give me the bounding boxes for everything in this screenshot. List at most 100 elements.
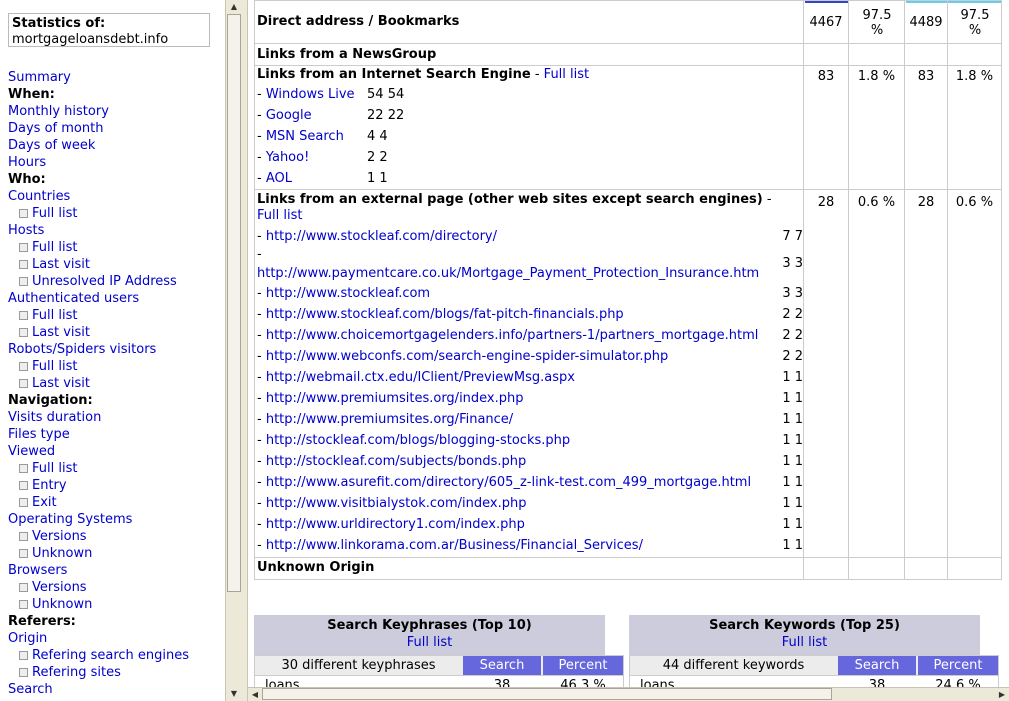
menu-item[interactable]: Files type <box>8 426 223 443</box>
keyphrases-percent-col: Percent <box>543 656 623 675</box>
menu-item[interactable]: Days of week <box>8 137 223 154</box>
search-engine-count: 54 54 <box>367 87 405 102</box>
stats-header-box: Statistics of: mortgageloansdebt.info <box>8 13 210 47</box>
menu-item-label: Last visit <box>32 257 90 272</box>
menu-item[interactable]: Summary <box>8 69 223 86</box>
external-referer-count: 7 7 <box>782 229 803 244</box>
menu-item[interactable]: Monthly history <box>8 103 223 120</box>
menu-item-label: Versions <box>32 529 87 544</box>
left-frame-scrollbar[interactable]: ▲ ▼ <box>225 0 242 701</box>
menu-item-label: Refering sites <box>32 665 121 680</box>
menu-item[interactable]: Last visit <box>8 324 223 341</box>
search-engine-link[interactable]: Windows Live <box>266 87 355 102</box>
keywords-full-list-link[interactable]: Full list <box>629 635 980 651</box>
menu-item-label: Monthly history <box>8 104 109 119</box>
menu-item[interactable]: Browsers <box>8 562 223 579</box>
menu-item[interactable]: Unknown <box>8 545 223 562</box>
search-engine-link[interactable]: Google <box>266 108 312 123</box>
external-referer-count: 2 2 <box>782 328 803 343</box>
table-row-external: Links from an external page (other web s… <box>255 190 1001 558</box>
table-row-unknown: Unknown Origin <box>255 558 1001 579</box>
menu-item[interactable]: Full list <box>8 460 223 477</box>
external-referer-link[interactable]: http://www.stockleaf.com <box>266 286 430 301</box>
menu-item[interactable]: Refering search engines <box>8 647 223 664</box>
tree-node-icon <box>19 583 28 592</box>
menu-item[interactable]: Origin <box>8 630 223 647</box>
scroll-down-arrow-icon[interactable]: ▼ <box>227 687 241 701</box>
menu-item[interactable]: Days of month <box>8 120 223 137</box>
external-referer-link[interactable]: http://www.linkorama.com.ar/Business/Fin… <box>266 538 643 553</box>
scroll-right-arrow-icon[interactable]: ▶ <box>995 688 1009 701</box>
search-engine-link[interactable]: Yahoo! <box>266 150 309 165</box>
external-referer-link[interactable]: http://www.paymentcare.co.uk/Mortgage_Pa… <box>257 266 759 281</box>
menu-section-heading: When: <box>8 86 223 103</box>
menu-item[interactable]: Hours <box>8 154 223 171</box>
scroll-up-arrow-icon[interactable]: ▲ <box>227 0 241 14</box>
menu-item[interactable]: Visits duration <box>8 409 223 426</box>
search-engine-full-list-link[interactable]: Full list <box>544 67 589 82</box>
search-engine-count: 22 22 <box>367 108 405 123</box>
menu-item[interactable]: Countries <box>8 188 223 205</box>
menu-item[interactable]: Unknown <box>8 596 223 613</box>
external-referer-count: 2 2 <box>782 307 803 322</box>
menu-item[interactable]: Last visit <box>8 256 223 273</box>
menu-item[interactable]: Exit <box>8 494 223 511</box>
horizontal-scroll-thumb[interactable] <box>262 688 832 700</box>
menu-section-heading: Navigation: <box>8 392 223 409</box>
menu-item[interactable]: Last visit <box>8 375 223 392</box>
menu-item[interactable]: Refering sites <box>8 664 223 681</box>
external-referer-link[interactable]: http://www.premiumsites.org/Finance/ <box>266 412 513 427</box>
menu-item[interactable]: Search <box>8 681 223 698</box>
horizontal-scrollbar[interactable]: ◀ ▶ <box>248 687 1009 701</box>
menu-item[interactable]: Full list <box>8 239 223 256</box>
external-full-list-link[interactable]: Full list <box>257 208 302 223</box>
menu-item-label: Unknown <box>32 546 93 561</box>
list-item: - http://www.linkorama.com.ar/Business/F… <box>257 538 643 553</box>
menu-item[interactable]: Hosts <box>8 222 223 239</box>
list-item: - http://www.choicemortgagelenders.info/… <box>257 328 759 343</box>
search-engine-link[interactable]: AOL <box>266 171 292 186</box>
external-referer-link[interactable]: http://www.visitbialystok.com/index.php <box>266 496 527 511</box>
search-engine-link[interactable]: MSN Search <box>266 129 344 144</box>
menu-item[interactable]: Versions <box>8 528 223 545</box>
menu-item-label: Summary <box>8 70 71 85</box>
menu-item[interactable]: Full list <box>8 307 223 324</box>
menu-item[interactable]: Full list <box>8 205 223 222</box>
external-referer-link[interactable]: http://stockleaf.com/subjects/bonds.php <box>266 454 526 469</box>
menu-item-label: Days of week <box>8 138 96 153</box>
menu-item[interactable]: Authenticated users <box>8 290 223 307</box>
list-item: - http://www.urldirectory1.com/index.php <box>257 517 525 532</box>
external-referer-link[interactable]: http://www.stockleaf.com/directory/ <box>266 229 497 244</box>
external-referer-link[interactable]: http://stockleaf.com/blogs/blogging-stoc… <box>266 433 570 448</box>
external-referer-link[interactable]: http://www.stockleaf.com/blogs/fat-pitch… <box>266 307 624 322</box>
menu-item[interactable]: Robots/Spiders visitors <box>8 341 223 358</box>
menu-item-label: Origin <box>8 631 48 646</box>
keyphrases-full-list-link[interactable]: Full list <box>254 635 605 651</box>
external-referer-link[interactable]: http://www.choicemortgagelenders.info/pa… <box>266 328 759 343</box>
scroll-thumb[interactable] <box>227 14 241 592</box>
menu-item[interactable]: Entry <box>8 477 223 494</box>
external-referer-link[interactable]: http://www.premiumsites.org/index.php <box>266 391 524 406</box>
list-item: - http://stockleaf.com/blogs/blogging-st… <box>257 433 571 448</box>
search-engine-count: 1 1 <box>367 171 388 186</box>
external-referer-link[interactable]: http://webmail.ctx.edu/IClient/PreviewMs… <box>266 370 575 385</box>
external-referer-count: 1 1 <box>782 391 803 406</box>
external-referer-link[interactable]: http://www.webconfs.com/search-engine-sp… <box>266 349 668 364</box>
external-hits-pct: 0.6 % <box>955 195 994 210</box>
list-item: - http://webmail.ctx.edu/IClient/Preview… <box>257 370 575 385</box>
site-name: mortgageloansdebt.info <box>12 32 169 47</box>
nav-menu: Summary When: Monthly history Days of month… <box>8 69 223 698</box>
table-row-search-engine: Links from an Internet Search Engine - F… <box>255 66 1001 190</box>
menu-item-label: Navigation: <box>8 393 93 408</box>
menu-item[interactable]: Versions <box>8 579 223 596</box>
external-referer-link[interactable]: http://www.asurefit.com/directory/605_z-… <box>266 475 751 490</box>
menu-item-label: Who: <box>8 172 46 187</box>
direct-pages: 4467 <box>809 15 843 30</box>
search-engine-pages-pct: 1.8 % <box>857 69 896 84</box>
scroll-left-arrow-icon[interactable]: ◀ <box>248 688 262 701</box>
external-referer-link[interactable]: http://www.urldirectory1.com/index.php <box>266 517 525 532</box>
menu-item[interactable]: Full list <box>8 358 223 375</box>
menu-item[interactable]: Operating Systems <box>8 511 223 528</box>
menu-item[interactable]: Unresolved IP Address <box>8 273 223 290</box>
menu-item[interactable]: Viewed <box>8 443 223 460</box>
